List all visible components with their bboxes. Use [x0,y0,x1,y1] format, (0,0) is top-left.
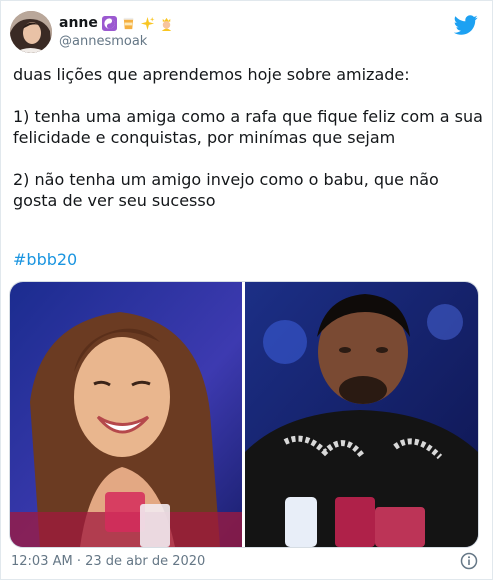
cup-emoji-icon [123,17,134,29]
princess-emoji-icon [161,17,172,31]
twitter-bird-icon[interactable] [454,13,478,37]
sparkles-emoji-icon [140,16,155,30]
photo-rafa[interactable] [10,282,242,547]
avatar[interactable] [10,11,52,53]
tweet-timestamp[interactable]: 12:03 AM · 23 de abr de 2020 [11,554,205,569]
tweet-media[interactable] [9,281,479,548]
display-name[interactable]: anne [59,15,98,31]
author-handle[interactable]: @annesmoak [59,34,147,49]
yin-yang-emoji-icon [101,15,117,31]
author-row: anne [59,13,174,33]
avatar-image [10,11,52,53]
hashtag-link[interactable]: #bbb20 [13,250,77,269]
tweet-card: anne @annesmoak duas lições que aprendem… [0,0,493,580]
tweet-text: duas lições que aprendemos hoje sobre am… [13,65,483,210]
photo-babu[interactable] [245,282,478,547]
info-icon[interactable] [460,552,478,570]
